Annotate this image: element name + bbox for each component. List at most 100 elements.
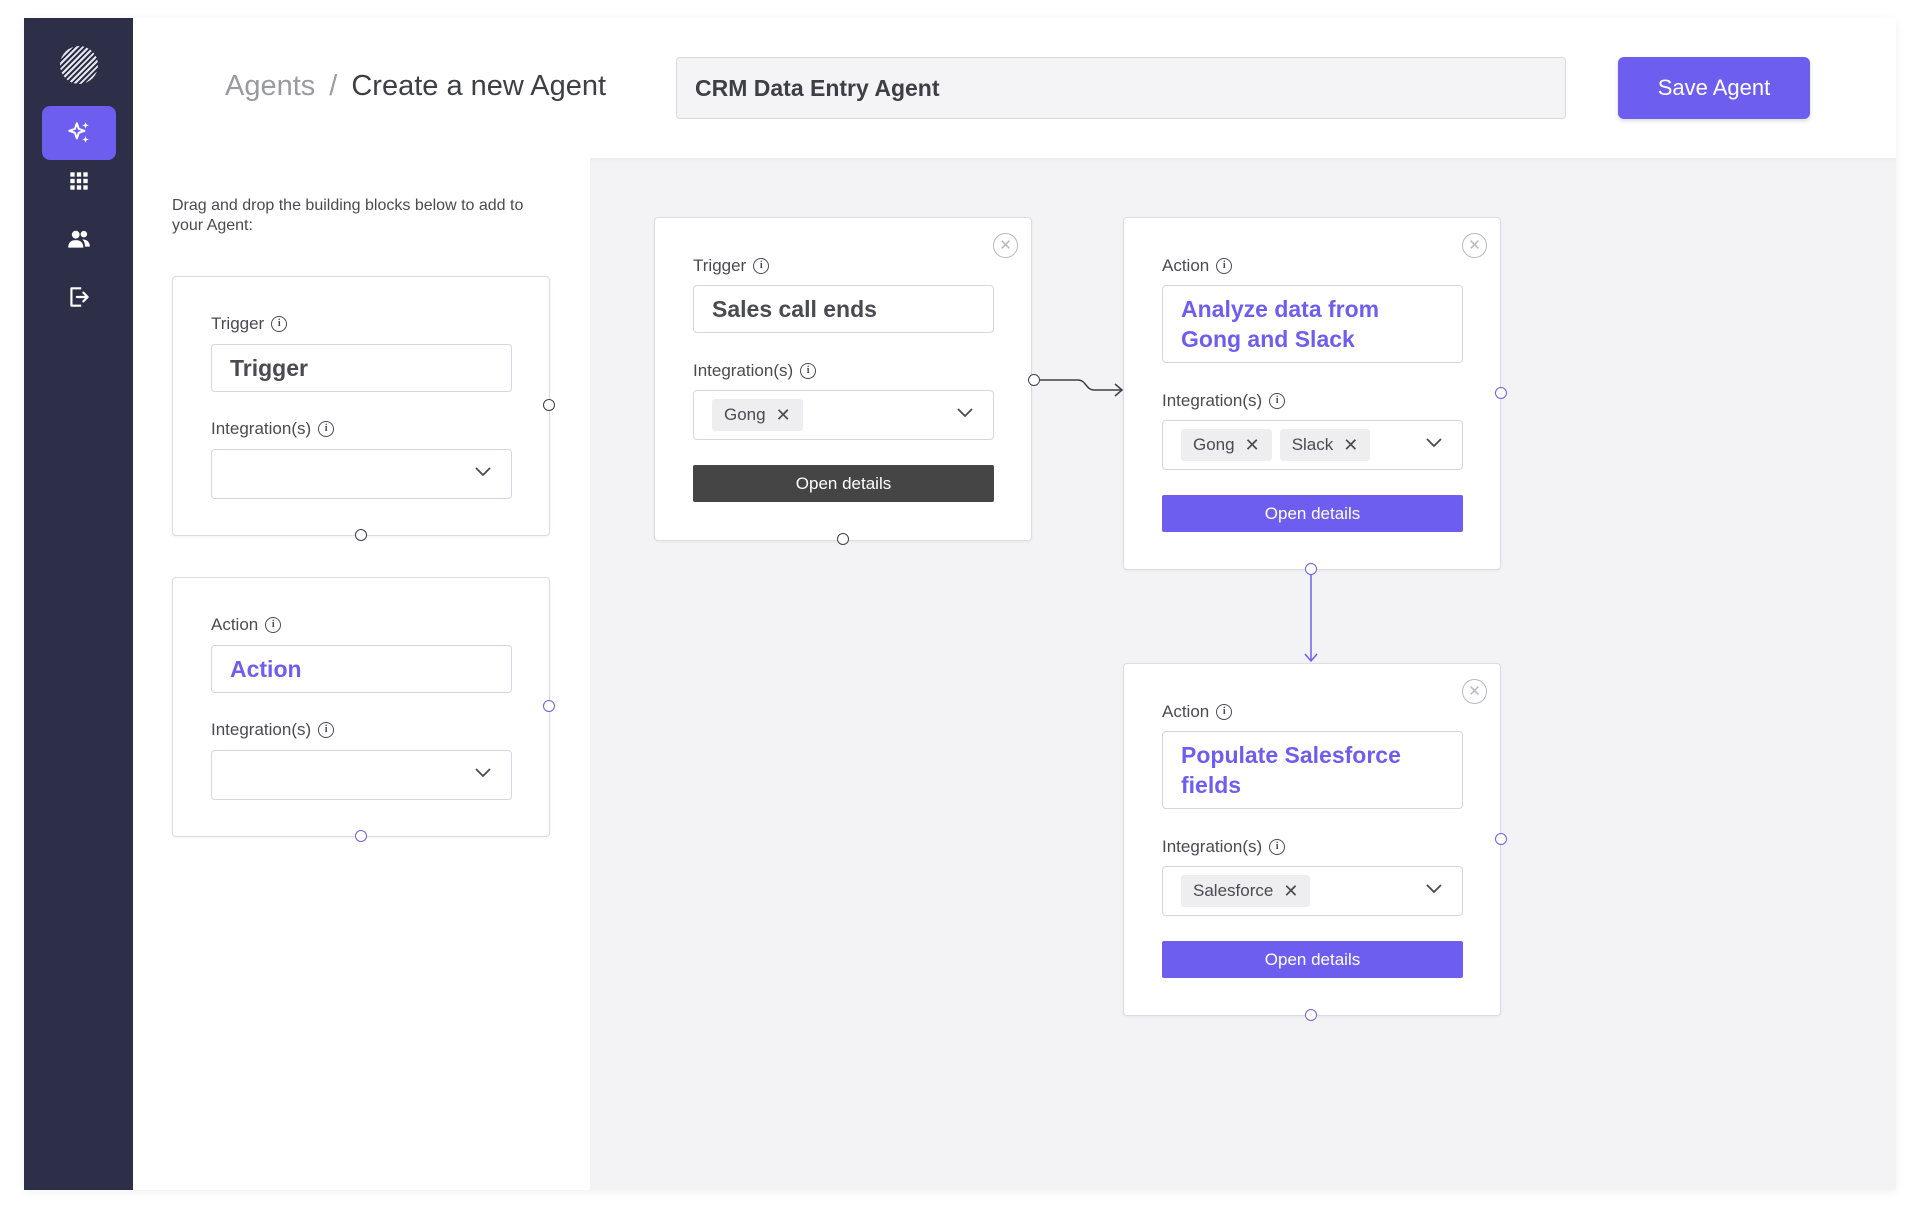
chip-label: Slack	[1291, 435, 1334, 454]
integrations-select[interactable]: Gong ✕ Slack ✕	[1162, 420, 1463, 470]
integrations-label-row: Integration(s) i	[1162, 837, 1286, 857]
info-icon[interactable]: i	[318, 421, 335, 437]
action-name-field[interactable]: Analyze data from Gong and Slack	[1162, 285, 1463, 363]
palette-action-port-right[interactable]	[543, 700, 555, 712]
trigger-label-row: Trigger i	[211, 314, 288, 334]
arrowhead-icon	[1114, 383, 1124, 397]
remove-icon[interactable]: ✕	[776, 406, 791, 424]
users-icon	[68, 230, 90, 248]
info-icon[interactable]: i	[1216, 258, 1233, 274]
palette-action-block[interactable]: Action i Action Integration(s) i	[172, 577, 550, 837]
breadcrumb-agents-link[interactable]: Agents	[225, 70, 315, 103]
chevron-down-icon	[1426, 438, 1442, 448]
info-icon[interactable]: i	[271, 316, 288, 332]
action-label-row: Action i	[211, 615, 282, 635]
integrations-label-row: Integration(s) i	[1162, 391, 1286, 411]
breadcrumb-separator: /	[329, 70, 338, 102]
integrations-select[interactable]: Gong ✕	[693, 390, 994, 440]
info-icon[interactable]: i	[318, 722, 335, 738]
trigger-name-text: Trigger	[230, 355, 308, 381]
action-name-field[interactable]: Populate Salesforce fields	[1162, 731, 1463, 809]
breadcrumb: Agents / Create a new Agent	[225, 70, 606, 103]
action-node-port-right[interactable]	[1495, 387, 1507, 399]
palette-hint: Drag and drop the building blocks below …	[172, 197, 524, 234]
integrations-select[interactable]: Salesforce ✕	[1162, 866, 1463, 916]
action-label: Action	[1162, 702, 1210, 721]
chevron-down-icon	[475, 467, 491, 477]
info-icon[interactable]: i	[1269, 393, 1286, 409]
palette-action-port-bottom[interactable]	[355, 830, 367, 842]
integrations-label: Integration(s)	[211, 419, 312, 438]
close-icon[interactable]: ✕	[1462, 233, 1487, 258]
integrations-label-row: Integration(s) i	[211, 419, 335, 439]
connector-trigger-to-action	[1040, 379, 1122, 391]
trigger-label: Trigger	[693, 256, 747, 275]
page-title: Create a new Agent	[351, 70, 607, 102]
trigger-name-field[interactable]: Sales call ends	[693, 285, 994, 333]
agent-name-input[interactable]	[676, 57, 1566, 119]
trigger-label-row: Trigger i	[693, 256, 770, 276]
action-node-port-bottom[interactable]	[1305, 563, 1317, 575]
chevron-down-icon	[1426, 884, 1442, 894]
palette-trigger-port-bottom[interactable]	[355, 529, 367, 541]
chip-label: Gong	[724, 405, 766, 424]
arrowhead-icon	[1304, 653, 1318, 663]
action-name-text: Analyze data from Gong and Slack	[1181, 296, 1380, 352]
sidebar	[24, 18, 133, 1190]
integration-chip-slack: Slack ✕	[1279, 429, 1371, 461]
logo-icon	[60, 46, 98, 84]
integrations-select[interactable]	[211, 750, 512, 800]
integrations-label-row: Integration(s) i	[211, 720, 335, 740]
sidebar-item-apps[interactable]	[42, 154, 116, 208]
open-details-button[interactable]: Open details	[1162, 495, 1463, 532]
action-node-analyze[interactable]: ✕ Action i Analyze data from Gong and Sl…	[1123, 217, 1501, 570]
remove-icon[interactable]: ✕	[1283, 882, 1298, 900]
info-icon[interactable]: i	[1216, 704, 1233, 720]
palette-trigger-block[interactable]: Trigger i Trigger Integration(s) i	[172, 276, 550, 536]
remove-icon[interactable]: ✕	[1343, 436, 1358, 454]
palette-trigger-port-right[interactable]	[543, 399, 555, 411]
chevron-down-icon	[475, 768, 491, 778]
trigger-node-port-bottom[interactable]	[837, 533, 849, 545]
integrations-label: Integration(s)	[1162, 837, 1263, 856]
info-icon[interactable]: i	[1269, 839, 1286, 855]
integrations-label: Integration(s)	[1162, 391, 1263, 410]
trigger-node[interactable]: ✕ Trigger i Sales call ends Integration(…	[654, 217, 1032, 541]
chip-label: Salesforce	[1193, 881, 1274, 900]
integrations-label: Integration(s)	[211, 720, 312, 739]
action-node-port-bottom[interactable]	[1305, 1009, 1317, 1021]
logout-icon	[70, 287, 89, 307]
integration-chip-salesforce: Salesforce ✕	[1181, 875, 1311, 907]
save-agent-button[interactable]: Save Agent	[1618, 57, 1810, 119]
action-label-row: Action i	[1162, 256, 1233, 276]
info-icon[interactable]: i	[753, 258, 770, 274]
integration-chip-gong: Gong ✕	[1181, 429, 1272, 461]
action-node-port-right[interactable]	[1495, 833, 1507, 845]
integrations-select[interactable]	[211, 449, 512, 499]
open-details-button[interactable]: Open details	[1162, 941, 1463, 978]
action-label: Action	[211, 615, 259, 634]
close-icon[interactable]: ✕	[993, 233, 1018, 258]
integrations-label: Integration(s)	[693, 361, 794, 380]
info-icon[interactable]: i	[800, 363, 817, 379]
remove-icon[interactable]: ✕	[1245, 436, 1260, 454]
sparkles-icon	[68, 122, 89, 143]
trigger-label: Trigger	[211, 314, 265, 333]
sidebar-item-team[interactable]	[42, 212, 116, 266]
chevron-down-icon	[957, 408, 973, 418]
action-name-field[interactable]: Action	[211, 645, 512, 693]
open-details-button[interactable]: Open details	[693, 465, 994, 502]
trigger-node-port-right[interactable]	[1028, 374, 1040, 386]
header: Agents / Create a new Agent Save Agent	[133, 18, 1896, 158]
trigger-name-text: Sales call ends	[712, 296, 877, 322]
close-icon[interactable]: ✕	[1462, 679, 1487, 704]
info-icon[interactable]: i	[265, 617, 282, 633]
action-label-row: Action i	[1162, 702, 1233, 722]
integrations-label-row: Integration(s) i	[693, 361, 817, 381]
action-node-populate[interactable]: ✕ Action i Populate Salesforce fields In…	[1123, 663, 1501, 1016]
sidebar-item-agents[interactable]	[42, 106, 116, 160]
integration-chip-gong: Gong ✕	[712, 399, 803, 431]
trigger-name-field[interactable]: Trigger	[211, 344, 512, 392]
action-name-text: Action	[230, 656, 302, 682]
sidebar-item-logout[interactable]	[42, 270, 116, 324]
